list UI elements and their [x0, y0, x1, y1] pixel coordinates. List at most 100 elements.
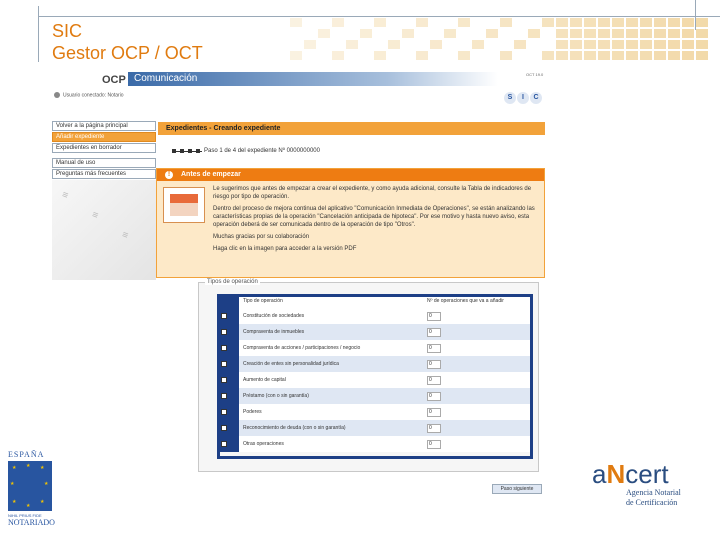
star-icon: ★	[10, 481, 15, 487]
operation-count-input[interactable]: 0	[427, 391, 441, 401]
header-decoration-tile	[668, 18, 680, 27]
header-decoration-tile	[668, 29, 680, 38]
header-decoration-tile	[556, 40, 568, 49]
next-step-button[interactable]: Paso siguiente	[492, 484, 542, 494]
header-decoration-tile	[514, 40, 526, 49]
table-row: Otras operaciones 0	[217, 436, 533, 452]
sidebar-item-manual[interactable]: Manual de uso	[52, 158, 156, 168]
sidebar: Volver a la página principal Añadir expe…	[52, 121, 156, 180]
table-row: Préstamo (con o sin garantía) 0	[217, 388, 533, 404]
operation-count-input[interactable]: 0	[427, 343, 441, 353]
header-decoration-tile	[640, 40, 652, 49]
header-decoration	[290, 18, 720, 62]
table-row: Poderes 0	[217, 404, 533, 420]
notariado-logo-bottom: NOTARIADO	[8, 518, 55, 527]
panel-paragraph: Le sugerimos que antes de empezar a crea…	[213, 186, 532, 200]
header-decoration-tile	[402, 29, 414, 38]
header-decoration-tile	[542, 51, 554, 60]
operation-type-label: Constitución de sociedades	[239, 308, 423, 324]
row-check-cell	[217, 436, 239, 452]
header-decoration-tile	[360, 29, 372, 38]
operation-checkbox[interactable]	[221, 344, 227, 351]
header-decoration-tile	[654, 29, 666, 38]
row-check-cell	[217, 356, 239, 372]
header-decoration-tile	[458, 18, 470, 27]
table-row: Reconocimiento de deuda (con o sin garan…	[217, 420, 533, 436]
operation-type-label: Compraventa de acciones / participacione…	[239, 340, 423, 356]
table-row: Compraventa de acciones / participacione…	[217, 340, 533, 356]
operation-count-input[interactable]: 0	[427, 359, 441, 369]
header-decoration-tile	[458, 51, 470, 60]
user-icon	[54, 92, 60, 98]
operation-count-input[interactable]: 0	[427, 375, 441, 385]
slide-title: SIC Gestor OCP / OCT	[52, 20, 203, 64]
ocp-logo: OCP	[102, 74, 126, 86]
header-decoration-tile	[416, 18, 428, 27]
operation-type-label: Préstamo (con o sin garantía)	[239, 388, 423, 404]
ancert-subtitle-2: de Certificación	[626, 498, 678, 507]
operation-checkbox[interactable]	[221, 376, 227, 383]
operation-checkbox[interactable]	[221, 328, 227, 335]
panel-paragraph: Dentro del proceso de mejora continua de…	[213, 206, 535, 228]
sic-logo: SIC	[504, 86, 544, 104]
operation-count-input[interactable]: 0	[427, 407, 441, 417]
pdf-thumbnail[interactable]	[163, 187, 205, 223]
header-decoration-tile	[584, 51, 596, 60]
sidebar-item-add-expediente[interactable]: Añadir expediente	[52, 132, 156, 142]
tab-comunicacion[interactable]: Comunicación	[128, 72, 498, 86]
header-decoration-tile	[584, 29, 596, 38]
header-decoration-tile	[654, 51, 666, 60]
header-decoration-tile	[570, 18, 582, 27]
star-icon: ★	[12, 465, 17, 471]
header-decoration-tile	[682, 51, 694, 60]
panel-pdf-link[interactable]: Haga clic en la imagen para acceder a la…	[213, 245, 541, 253]
table-row: Compraventa de inmuebles 0	[217, 324, 533, 340]
header-decoration-tile	[570, 51, 582, 60]
header-decoration-tile	[500, 51, 512, 60]
operation-type-label: Aumento de capital	[239, 372, 423, 388]
user-status: Usuario conectado: Notario	[54, 92, 124, 98]
header-operation-type: Tipo de operación	[239, 294, 423, 308]
sidebar-item-faq[interactable]: Preguntas más frecuentes	[52, 169, 156, 179]
operation-checkbox[interactable]	[221, 424, 227, 431]
header-decoration-tile	[388, 40, 400, 49]
operation-checkbox[interactable]	[221, 408, 227, 415]
warning-icon: !	[165, 171, 173, 179]
header-decoration-tile	[500, 18, 512, 27]
before-start-panel: ! Antes de empezar Le sugerimos que ante…	[156, 168, 545, 278]
pdf-thumbnail-image	[170, 194, 198, 216]
notariado-logo: ESPAÑA ★ ★ ★ ★ ★ ★ ★ ★ NIHIL PRIUS FIDE …	[8, 450, 56, 534]
operation-checkbox[interactable]	[221, 312, 227, 319]
operation-count-input[interactable]: 0	[427, 439, 441, 449]
sidebar-item-drafts[interactable]: Expedientes en borrador	[52, 143, 156, 153]
operation-checkbox[interactable]	[221, 440, 227, 447]
operation-count-input[interactable]: 0	[427, 327, 441, 337]
operation-type-label: Compraventa de inmuebles	[239, 324, 423, 340]
header-decoration-tile	[612, 29, 624, 38]
header-decoration-tile	[472, 40, 484, 49]
ancert-letter-a: a	[592, 459, 607, 489]
star-icon: ★	[40, 499, 45, 505]
header-count: Nº de operaciones que va a añadir	[423, 294, 533, 308]
header-decoration-tile	[640, 29, 652, 38]
operation-count-input[interactable]: 0	[427, 423, 441, 433]
step-indicator: Paso 1 de 4 del expediente Nº 0000000000	[204, 148, 320, 154]
header-decoration-tile	[598, 29, 610, 38]
header-decoration-tile	[346, 40, 358, 49]
header-decoration-tile	[612, 51, 624, 60]
notariado-logo-top: ESPAÑA	[8, 450, 45, 459]
operation-count-cell: 0	[423, 404, 533, 420]
sidebar-decoration: ≡ ≡ ≡	[52, 180, 156, 280]
operation-checkbox[interactable]	[221, 392, 227, 399]
operation-count-cell: 0	[423, 308, 533, 324]
operation-checkbox[interactable]	[221, 360, 227, 367]
operation-count-cell: 0	[423, 372, 533, 388]
header-decoration-tile	[626, 40, 638, 49]
sidebar-item-home[interactable]: Volver a la página principal	[52, 121, 156, 131]
operation-count-input[interactable]: 0	[427, 311, 441, 321]
header-decoration-tile	[626, 29, 638, 38]
header-decoration-tile	[556, 29, 568, 38]
header-decoration-tile	[626, 18, 638, 27]
header-decoration-tile	[290, 51, 302, 60]
header-decoration-tile	[332, 18, 344, 27]
